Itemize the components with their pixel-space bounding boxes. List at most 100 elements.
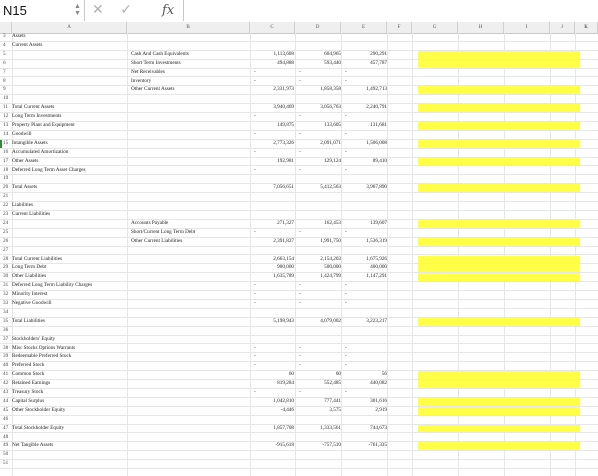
cell-a[interactable]: Current Liabilities	[12, 211, 127, 219]
cell-e[interactable]: 301,616	[345, 398, 387, 406]
cell-a[interactable]: Total Liabilities	[12, 318, 127, 326]
cell-e[interactable]: -	[345, 113, 355, 121]
row-number[interactable]: 16	[0, 149, 12, 157]
table-row[interactable]: 35 Total Liabilities 5,198,943 4,079,002 3,2…	[0, 318, 598, 327]
cell-c[interactable]: 2,663,154	[252, 256, 294, 264]
cell-a[interactable]: Redeemable Preferred Stock	[12, 353, 127, 361]
row-number[interactable]: 29	[0, 264, 12, 272]
row-number[interactable]: 40	[0, 362, 12, 370]
cell-c[interactable]: -915,618	[252, 442, 294, 450]
cell-e[interactable]: 56	[345, 371, 387, 379]
table-row[interactable]: 45 Other Stockholder Equity -4,446 3,575 2,9…	[0, 407, 598, 416]
cell-a[interactable]: Deferred Long Term Asset Charges	[12, 167, 127, 175]
cell-d[interactable]: 2,154,203	[299, 256, 341, 264]
row-number[interactable]: 18	[0, 167, 12, 175]
cell-d[interactable]: 5,412,563	[299, 184, 341, 192]
table-row[interactable]: 51	[0, 460, 598, 470]
cell-b[interactable]: Cash And Cash Equivalents	[131, 51, 251, 59]
column-header-d[interactable]: D	[295, 22, 341, 33]
insert-function-button[interactable]: fx	[162, 0, 174, 21]
cell-a[interactable]: Long Term Investments	[12, 113, 127, 121]
table-row[interactable]: 25 Short/Current Long Term Debt - - -	[0, 229, 598, 238]
cancel-icon[interactable]: ✕	[92, 0, 104, 21]
cell-a[interactable]: Misc Stocks Options Warrants	[12, 345, 127, 353]
cell-a[interactable]: Total Assets	[12, 184, 127, 192]
cell-c[interactable]: -	[254, 78, 264, 86]
cell-d[interactable]: 552,485	[299, 380, 341, 388]
table-row[interactable]: 9 Other Current Assets 2,331,973 1,858,358 1…	[0, 86, 598, 96]
row-number[interactable]: 20	[0, 184, 12, 192]
cell-e[interactable]: -	[345, 282, 355, 290]
cell-d[interactable]: 133,605	[299, 122, 341, 130]
cell-a[interactable]: Capital Surplus	[12, 398, 127, 406]
table-row[interactable]: 10	[0, 95, 598, 105]
table-row[interactable]: 31 Deferred Long Term Liability Charges - -…	[0, 282, 598, 292]
cell-c[interactable]: -	[254, 229, 264, 237]
row-number[interactable]: 19	[0, 175, 12, 183]
cell-c[interactable]: -	[254, 149, 264, 157]
cell-d[interactable]: -	[299, 69, 309, 77]
row-number[interactable]: 36	[0, 327, 12, 335]
table-row[interactable]: 24 Accounts Payable 271,327 162,453 139,607	[0, 220, 598, 229]
cell-e[interactable]: 3,967,890	[345, 184, 387, 192]
cell-c[interactable]: 900,000	[252, 264, 294, 272]
column-header-a[interactable]: A	[12, 22, 127, 33]
cell-e[interactable]: -	[345, 78, 355, 86]
row-number[interactable]: 12	[0, 113, 12, 121]
row-number[interactable]: 48	[0, 434, 12, 442]
table-row[interactable]: 37 Stockholders' Equity	[0, 336, 598, 345]
row-number[interactable]: 3	[0, 33, 12, 41]
cell-a[interactable]: Intangible Assets	[12, 140, 127, 148]
row-number[interactable]: 49	[0, 442, 12, 450]
cell-a[interactable]: Treasury Stock	[12, 389, 127, 397]
cell-e[interactable]: 2,919	[345, 407, 387, 415]
table-row[interactable]: 22 Liabilities	[0, 202, 598, 211]
cell-c[interactable]: 271,327	[252, 220, 294, 228]
row-number[interactable]: 21	[0, 193, 12, 201]
cell-a[interactable]: Goodwill	[12, 131, 127, 139]
column-header-h[interactable]: H	[458, 22, 504, 33]
cell-d[interactable]: 4,079,002	[299, 318, 341, 326]
column-header-c[interactable]: C	[250, 22, 295, 33]
cell-d[interactable]: 60	[299, 371, 341, 379]
cell-c[interactable]: -	[254, 291, 264, 299]
cell-a[interactable]: Current Assets	[12, 42, 127, 50]
table-row[interactable]: 18 Deferred Long Term Asset Charges - - -	[0, 167, 598, 176]
select-all-corner[interactable]	[0, 22, 12, 33]
cell-b[interactable]: Net Receivables	[131, 69, 251, 77]
cell-c[interactable]: -	[254, 113, 264, 121]
cell-e[interactable]: -	[345, 362, 355, 370]
row-number[interactable]: 5	[0, 51, 12, 59]
row-number[interactable]: 31	[0, 282, 12, 290]
cell-d[interactable]: 604,965	[299, 51, 341, 59]
table-row[interactable]: 17 Other Assets 192,981 129,124 89,410	[0, 158, 598, 167]
cell-c[interactable]: 7,056,651	[252, 184, 294, 192]
cell-e[interactable]: -	[345, 353, 355, 361]
table-row[interactable]: 46	[0, 416, 598, 425]
cell-b[interactable]: Short Term Investments	[131, 60, 251, 68]
cell-d[interactable]: 1,858,358	[299, 86, 341, 94]
row-number[interactable]: 37	[0, 336, 12, 344]
table-row[interactable]: 44 Capital Surplus 1,042,810 777,441 301,616	[0, 398, 598, 407]
row-number[interactable]: 8	[0, 78, 12, 86]
cell-d[interactable]: -	[299, 167, 309, 175]
cell-c[interactable]: 494,888	[252, 60, 294, 68]
cell-c[interactable]: -	[254, 300, 264, 308]
table-row[interactable]: 50	[0, 451, 598, 461]
cell-a[interactable]: Liabilities	[12, 202, 127, 210]
cell-a[interactable]: Property Plant and Equipment	[12, 122, 127, 130]
cell-e[interactable]: -	[345, 291, 355, 299]
row-number[interactable]: 44	[0, 398, 12, 406]
row-number[interactable]: 41	[0, 371, 12, 379]
cell-a[interactable]: Total Current Assets	[12, 104, 127, 112]
table-row[interactable]: 43 Treasury Stock - - -	[0, 389, 598, 398]
cell-d[interactable]: -	[299, 229, 309, 237]
cell-d[interactable]: 129,124	[299, 158, 341, 166]
cell-c[interactable]: 192,981	[252, 158, 294, 166]
row-number[interactable]: 17	[0, 158, 12, 166]
cell-a[interactable]: Stockholders' Equity	[12, 336, 127, 344]
cell-a[interactable]: Other Stockholder Equity	[12, 407, 127, 415]
row-number[interactable]: 23	[0, 211, 12, 219]
table-row[interactable]: 6 Short Term Investments 494,888 593,440 457…	[0, 60, 598, 69]
column-header-g[interactable]: G	[412, 22, 458, 33]
